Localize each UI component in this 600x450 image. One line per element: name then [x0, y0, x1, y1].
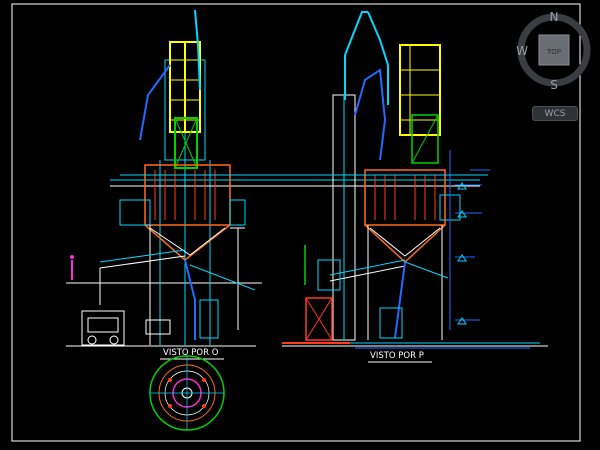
- compass-north[interactable]: N: [550, 10, 559, 24]
- compass-south[interactable]: S: [550, 78, 558, 92]
- plan-view-circle: [149, 355, 225, 431]
- elevation-view-p: VISTO POR P: [282, 11, 548, 363]
- view-p-label: VISTO POR P: [370, 351, 424, 361]
- compass-west[interactable]: W: [516, 44, 528, 58]
- wcs-menu-button[interactable]: WCS: [532, 106, 578, 121]
- drawing-frame: [11, 3, 581, 442]
- elevation-view-o: VISTO POR O: [66, 9, 480, 360]
- model-viewport[interactable]: VISTO POR O VISTO POR P: [0, 0, 600, 450]
- cube-top-face-label: TOP: [546, 48, 561, 56]
- viewcube[interactable]: N S W TOP: [514, 6, 594, 92]
